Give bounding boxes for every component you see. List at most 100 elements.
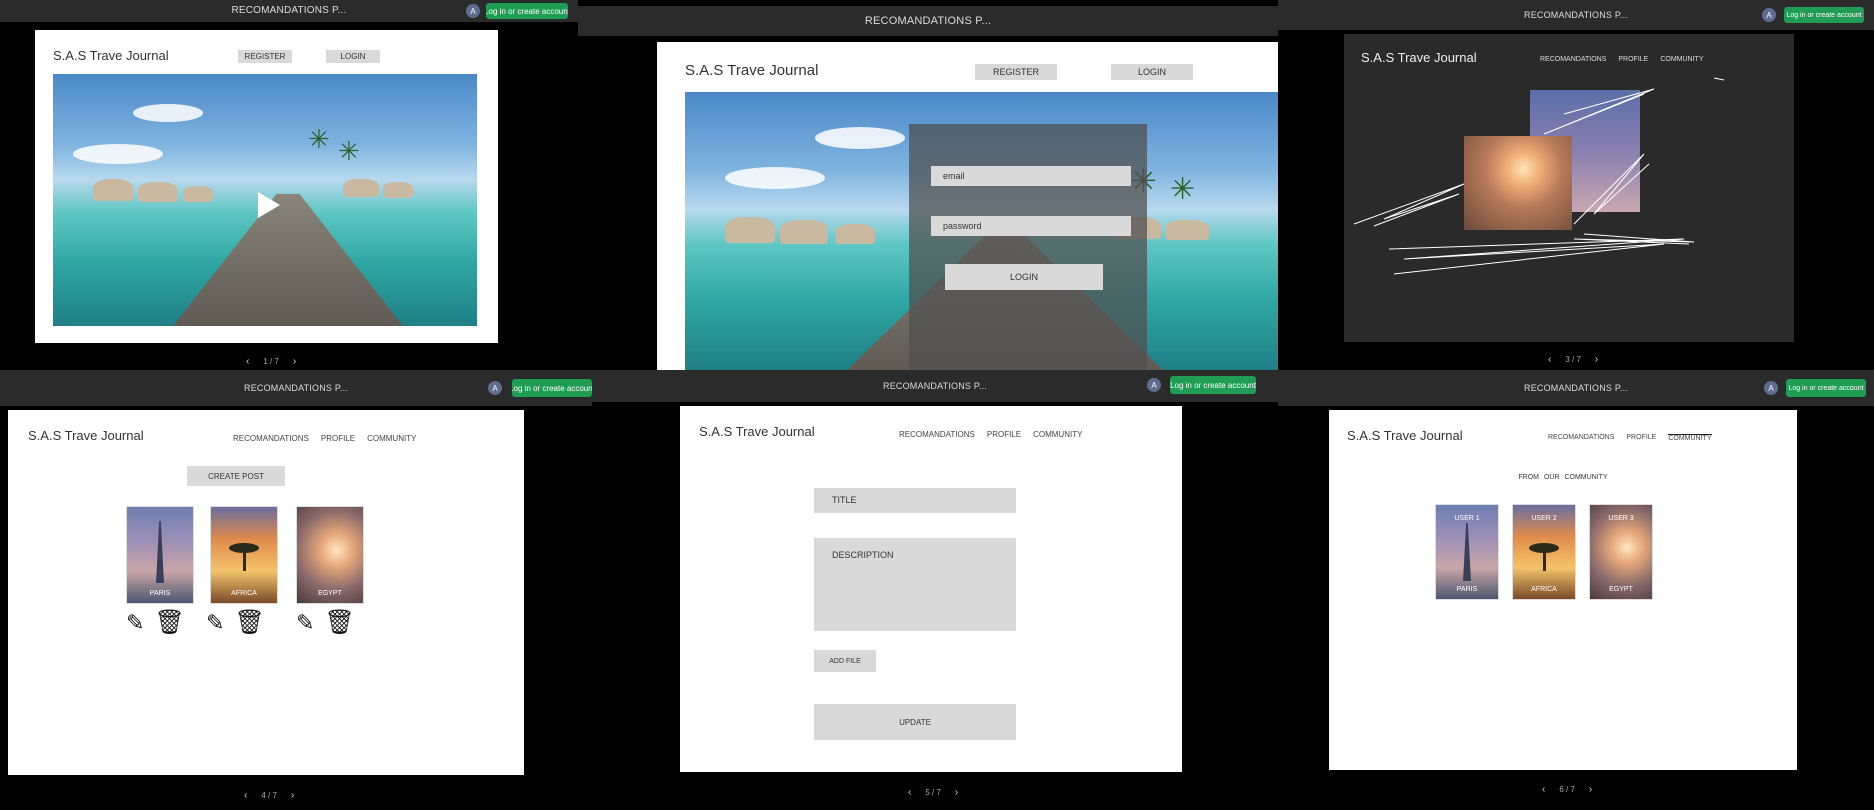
brand-title: S.A.S Trave Journal	[1347, 428, 1463, 443]
hero-image: ✳ ✳	[53, 74, 477, 326]
hut-shape	[780, 220, 828, 244]
brand-title: S.A.S Trave Journal	[28, 428, 144, 443]
community-card-user-2[interactable]: USER 2 AFRICA	[1512, 504, 1576, 600]
main-nav: RECOMANDATIONS PROFILE COMMUNITY	[233, 434, 416, 443]
slide-frame: S.A.S Trave Journal REGISTER LOGIN ✳ ✳ e…	[657, 42, 1278, 370]
card-label: PARIS	[149, 590, 171, 597]
avatar[interactable]: A	[1147, 378, 1161, 392]
avatar[interactable]: A	[466, 4, 480, 18]
login-button[interactable]: LOGIN	[326, 50, 380, 63]
nav-recomandations[interactable]: RECOMANDATIONS	[1548, 434, 1614, 442]
brand-title: S.A.S Trave Journal	[53, 48, 169, 63]
hero-image: ✳ ✳ email password LOGIN	[685, 92, 1278, 370]
nav-community[interactable]: COMMUNITY	[367, 434, 416, 443]
hut-shape	[93, 179, 133, 201]
slide-4-panel: RECOMANDATIONS P... A Log in or create a…	[0, 370, 592, 810]
card-user: USER 1	[1454, 515, 1480, 522]
nav-community[interactable]: COMMUNITY	[1033, 430, 1082, 439]
slide-pager: ‹ 3 / 7 ›	[1548, 354, 1598, 365]
edit-pencil-icon[interactable]: ✎	[126, 610, 144, 636]
community-heading: FROM OUR COMMUNITY	[1518, 474, 1608, 481]
community-card-user-1[interactable]: USER 1 PARIS	[1435, 504, 1499, 600]
slide-pager: ‹ 6 / 7 ›	[1542, 784, 1592, 795]
prev-arrow-icon[interactable]: ‹	[1542, 784, 1545, 795]
prev-arrow-icon[interactable]: ‹	[1548, 354, 1551, 365]
nav-profile[interactable]: PROFILE	[987, 430, 1021, 439]
slide-frame: S.A.S Trave Journal RECOMANDATIONS PROFI…	[8, 410, 524, 775]
update-button[interactable]: UPDATE	[814, 704, 1016, 740]
login-create-account-button[interactable]: Log in or create account	[486, 3, 568, 19]
login-button[interactable]: LOGIN	[1111, 64, 1193, 80]
play-icon[interactable]	[258, 192, 280, 218]
card-actions: ✎ 🗑	[206, 608, 265, 637]
cloud-shape	[815, 127, 905, 149]
nav-recomandations[interactable]: RECOMANDATIONS	[233, 434, 309, 443]
nav-recomandations[interactable]: RECOMANDATIONS	[899, 430, 975, 439]
password-field[interactable]: password	[931, 216, 1131, 236]
description-field[interactable]: DESCRIPTION	[814, 538, 1016, 631]
viewer-topbar: RECOMANDATIONS P... A Log in or create a…	[0, 0, 578, 22]
create-post-button[interactable]: CREATE POST	[187, 466, 285, 486]
title-field[interactable]: TITLE	[814, 488, 1016, 513]
hut-shape	[138, 182, 178, 202]
slide-2-panel: RECOMANDATIONS P... S.A.S Trave Journal …	[578, 0, 1278, 370]
prev-arrow-icon[interactable]: ‹	[246, 356, 249, 367]
cloud-shape	[133, 104, 203, 122]
card-user: USER 3	[1608, 515, 1634, 522]
login-create-account-button[interactable]: Log in or create account	[512, 379, 592, 397]
next-arrow-icon[interactable]: ›	[293, 356, 296, 367]
page-indicator: 4 / 7	[261, 791, 277, 800]
login-create-account-button[interactable]: Log in or create account	[1784, 7, 1864, 23]
avatar[interactable]: A	[488, 381, 502, 395]
prev-arrow-icon[interactable]: ‹	[908, 787, 911, 798]
post-card-egypt[interactable]: EGYPT	[296, 506, 364, 604]
trash-basket-icon[interactable]: 🗑	[234, 608, 264, 637]
viewer-topbar: RECOMANDATIONS P...	[578, 6, 1278, 36]
hut-shape	[1165, 220, 1209, 240]
login-submit-button[interactable]: LOGIN	[945, 264, 1103, 290]
post-card-africa[interactable]: AFRICA	[210, 506, 278, 604]
hut-shape	[343, 179, 379, 197]
brand-title: S.A.S Trave Journal	[685, 62, 819, 79]
nav-community[interactable]: COMMUNITY	[1668, 434, 1712, 442]
hut-shape	[835, 224, 875, 244]
next-arrow-icon[interactable]: ›	[1595, 354, 1598, 365]
trash-basket-icon[interactable]: 🗑	[324, 608, 354, 637]
palm-tree-shape: ✳	[308, 124, 330, 154]
slide-1-panel: RECOMANDATIONS P... A Log in or create a…	[0, 0, 578, 370]
slide-frame: S.A.S Trave Journal RECOMANDATIONS PROFI…	[680, 406, 1182, 772]
community-card-user-3[interactable]: USER 3 EGYPT	[1589, 504, 1653, 600]
next-arrow-icon[interactable]: ›	[955, 787, 958, 798]
card-place: EGYPT	[1609, 586, 1633, 593]
login-create-account-button[interactable]: Log in or create account	[1170, 376, 1256, 394]
nav-profile[interactable]: PROFILE	[1626, 434, 1656, 442]
avatar[interactable]: A	[1764, 381, 1778, 395]
add-file-button[interactable]: ADD FILE	[814, 650, 876, 672]
post-card-paris[interactable]: PARIS	[126, 506, 194, 604]
card-user: USER 2	[1531, 515, 1557, 522]
email-field[interactable]: email	[931, 166, 1131, 186]
page-indicator: 6 / 7	[1559, 785, 1575, 794]
next-arrow-icon[interactable]: ›	[1589, 784, 1592, 795]
card-label: EGYPT	[318, 590, 342, 597]
edit-pencil-icon[interactable]: ✎	[296, 610, 314, 636]
slide-frame: S.A.S Trave Journal RECOMANDATIONS PROFI…	[1329, 410, 1797, 770]
avatar[interactable]: A	[1762, 8, 1776, 22]
next-arrow-icon[interactable]: ›	[291, 790, 294, 801]
card-place: AFRICA	[1531, 586, 1557, 593]
register-button[interactable]: REGISTER	[975, 64, 1057, 80]
viewer-topbar: RECOMANDATIONS P... A Log in or create a…	[592, 370, 1278, 402]
prev-arrow-icon[interactable]: ‹	[244, 790, 247, 801]
slide-5-panel: RECOMANDATIONS P... A Log in or create a…	[592, 370, 1278, 810]
card-place: PARIS	[1456, 586, 1478, 593]
trash-basket-icon[interactable]: 🗑	[154, 608, 184, 637]
nav-profile[interactable]: PROFILE	[321, 434, 355, 443]
scribble-annotation	[1353, 77, 1725, 275]
login-create-account-button[interactable]: Log in or create account	[1786, 379, 1866, 397]
slide-pager: ‹ 4 / 7 ›	[244, 790, 294, 801]
login-overlay: email password LOGIN	[909, 124, 1147, 370]
register-button[interactable]: REGISTER	[238, 50, 292, 63]
edit-pencil-icon[interactable]: ✎	[206, 610, 224, 636]
hut-shape	[725, 217, 775, 243]
palm-tree-shape: ✳	[338, 136, 360, 166]
